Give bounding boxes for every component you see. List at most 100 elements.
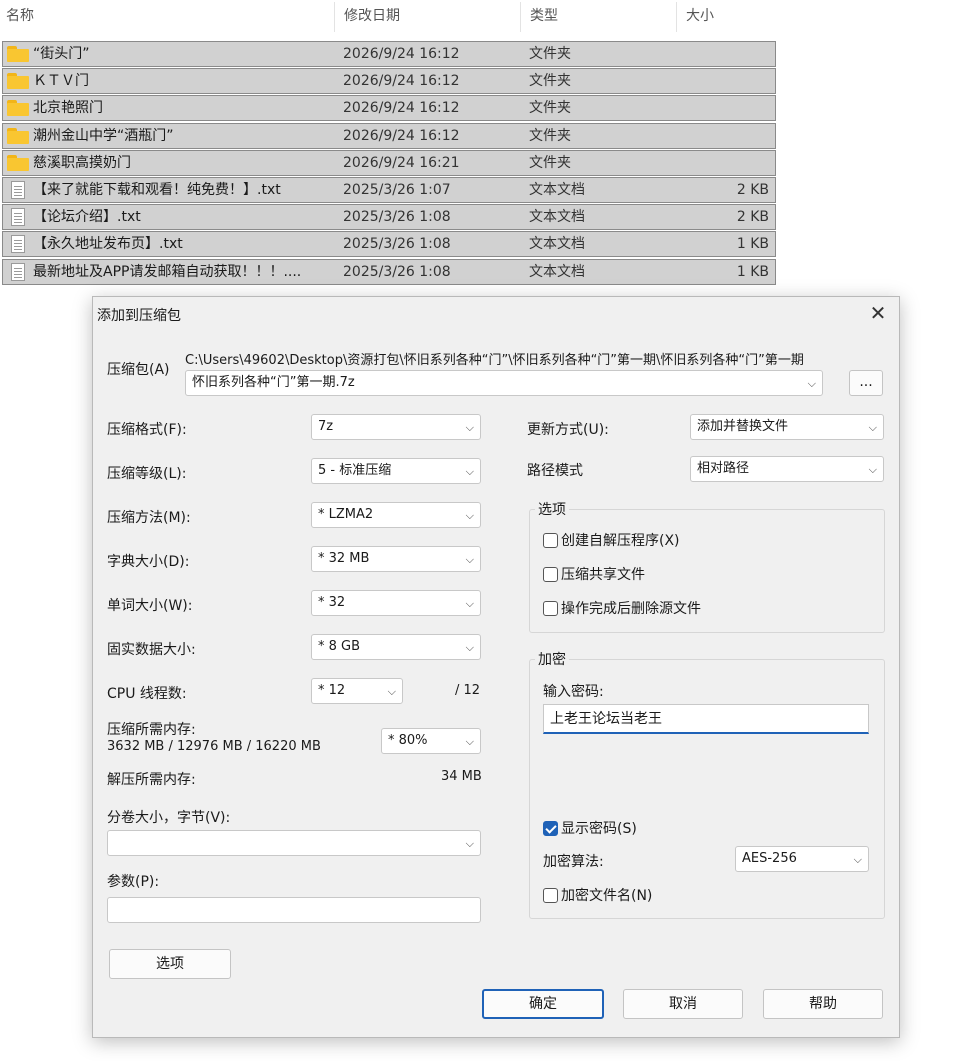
method-select[interactable]: * LZMA2 ⌵ (311, 502, 481, 528)
column-header-name[interactable]: 名称 (0, 0, 334, 34)
compress-memory-label: 压缩所需内存: (107, 722, 196, 738)
level-label: 压缩等级(L): (107, 466, 187, 482)
path-mode-select[interactable]: 相对路径 ⌵ (690, 456, 884, 482)
chevron-down-icon: ⌵ (387, 685, 396, 698)
archive-name-combobox[interactable]: 怀旧系列各种“门”第一期.7z ⌵ (185, 370, 823, 396)
file-modified-date: 2025/3/26 1:08 (343, 236, 451, 253)
file-modified-date: 2026/9/24 16:12 (343, 127, 460, 144)
file-explorer-list: 名称 修改日期 类型 大小 “街头门” 2026/9/24 16:12 文件夹 ＫＴＶ… (0, 0, 780, 290)
cpu-threads-label: CPU 线程数: (107, 686, 187, 702)
decompress-memory-value: 34 MB (441, 769, 482, 784)
encryption-method-label: 加密算法: (543, 854, 604, 870)
file-name: 慈溪职高摸奶门 (33, 154, 131, 171)
file-row[interactable]: 【论坛介绍】.txt 2025/3/26 1:08 文本文档 2 KB (2, 204, 776, 231)
split-volume-label: 分卷大小，字节(V): (107, 810, 231, 826)
update-mode-value: 添加并替换文件 (697, 419, 789, 434)
level-select[interactable]: 5 - 标准压缩 ⌵ (311, 458, 481, 484)
close-button[interactable]: ✕ (867, 303, 889, 325)
encryption-method-value: AES-256 (742, 851, 797, 866)
file-size: 2 KB (736, 182, 769, 198)
password-input[interactable]: 上老王论坛当老王 (543, 704, 869, 734)
dictionary-select[interactable]: * 32 MB ⌵ (311, 546, 481, 572)
chevron-down-icon: ⌵ (465, 465, 474, 478)
update-mode-select[interactable]: 添加并替换文件 ⌵ (690, 414, 884, 440)
dictionary-value: * 32 MB (318, 551, 370, 566)
archive-label: 压缩包(A) (107, 362, 170, 378)
file-type: 文本文档 (529, 182, 585, 198)
update-mode-label: 更新方式(U): (527, 422, 609, 438)
file-name: ＫＴＶ门 (33, 73, 89, 90)
delete-source-checkbox[interactable]: 操作完成后删除源文件 (543, 598, 701, 618)
file-row[interactable]: ＫＴＶ门 2026/9/24 16:12 文件夹 (2, 68, 776, 95)
column-header-date[interactable]: 修改日期 (338, 0, 518, 34)
column-header-type[interactable]: 类型 (524, 0, 674, 34)
memory-percent-select[interactable]: * 80% ⌵ (381, 728, 481, 754)
path-mode-value: 相对路径 (697, 461, 750, 476)
file-modified-date: 2025/3/26 1:08 (343, 263, 451, 280)
compress-shared-label: 压缩共享文件 (561, 567, 645, 583)
encryption-method-select[interactable]: AES-256 ⌵ (735, 846, 869, 872)
encrypt-filenames-checkbox[interactable]: 加密文件名(N) (543, 885, 652, 905)
decompress-memory-label: 解压所需内存: (107, 772, 196, 788)
format-label: 压缩格式(F): (107, 422, 187, 438)
checkbox-unchecked (543, 600, 558, 616)
options-group-title: 选项 (535, 499, 569, 519)
word-size-select[interactable]: * 32 ⌵ (311, 590, 481, 616)
file-name: “街头门” (33, 46, 90, 62)
solid-block-select[interactable]: * 8 GB ⌵ (311, 634, 481, 660)
column-divider[interactable] (676, 2, 677, 32)
file-row[interactable]: 北京艳照门 2026/9/24 16:12 文件夹 (2, 95, 776, 122)
file-row[interactable]: 【来了就能下载和观看！纯免费！】.txt 2025/3/26 1:07 文本文档 2 … (2, 177, 776, 203)
file-type: 文件夹 (529, 154, 571, 171)
create-sfx-checkbox[interactable]: 创建自解压程序(X) (543, 530, 680, 550)
file-modified-date: 2026/9/24 16:12 (343, 73, 460, 90)
column-header-size[interactable]: 大小 (680, 0, 776, 34)
help-button[interactable]: 帮助 (763, 989, 883, 1019)
cancel-button[interactable]: 取消 (623, 989, 743, 1019)
word-size-label: 单词大小(W): (107, 598, 193, 614)
format-select[interactable]: 7z ⌵ (311, 414, 481, 440)
file-type: 文件夹 (529, 127, 571, 144)
create-sfx-label: 创建自解压程序(X) (561, 533, 680, 549)
password-label: 输入密码: (543, 684, 604, 700)
file-type: 文件夹 (529, 73, 571, 90)
browse-button[interactable]: ... (849, 370, 883, 396)
split-volume-combobox[interactable]: ⌵ (107, 830, 481, 856)
file-row[interactable]: 潮州金山中学“酒瓶门” 2026/9/24 16:12 文件夹 (2, 122, 776, 149)
chevron-down-icon: ⌵ (807, 377, 816, 390)
method-value: * LZMA2 (318, 507, 374, 522)
parameters-input[interactable] (107, 897, 481, 923)
ok-button[interactable]: 确定 (482, 989, 604, 1019)
cpu-threads-select[interactable]: * 12 ⌵ (311, 678, 403, 704)
memory-percent-value: * 80% (388, 733, 428, 748)
column-divider[interactable] (334, 2, 335, 32)
dialog-title: 添加到压缩包 (97, 308, 181, 324)
column-divider[interactable] (520, 2, 521, 32)
archive-path-text: C:\Users\49602\Desktop\资源打包\怀旧系列各种“门”\怀旧… (185, 353, 804, 368)
file-modified-date: 2026/9/24 16:21 (343, 154, 460, 171)
solid-block-label: 固实数据大小: (107, 642, 196, 658)
file-name: 最新地址及APP请发邮箱自动获取！！！.... (33, 263, 302, 280)
file-type: 文本文档 (529, 263, 585, 280)
file-row[interactable]: 最新地址及APP请发邮箱自动获取！！！.... 2025/3/26 1:08 文本文… (2, 258, 776, 285)
file-row[interactable]: 慈溪职高摸奶门 2026/9/24 16:21 文件夹 (2, 149, 776, 176)
path-mode-label: 路径模式 (527, 463, 583, 479)
file-row[interactable]: 【永久地址发布页】.txt 2025/3/26 1:08 文本文档 1 KB (2, 231, 776, 258)
compress-shared-checkbox[interactable]: 压缩共享文件 (543, 564, 645, 584)
options-button[interactable]: 选项 (109, 949, 231, 979)
cpu-threads-value: * 12 (318, 683, 346, 698)
file-modified-date: 2026/9/24 16:12 (343, 100, 460, 117)
chevron-down-icon: ⌵ (465, 421, 474, 434)
encrypt-filenames-label: 加密文件名(N) (561, 888, 653, 904)
file-row[interactable]: “街头门” 2026/9/24 16:12 文件夹 (2, 41, 776, 67)
file-type: 文本文档 (529, 209, 585, 226)
file-name: 北京艳照门 (33, 100, 103, 117)
chevron-down-icon: ⌵ (465, 735, 474, 748)
show-password-checkbox[interactable]: 显示密码(S) (543, 818, 637, 838)
file-name: 【来了就能下载和观看！纯免费！】.txt (33, 182, 281, 198)
chevron-down-icon: ⌵ (465, 553, 474, 566)
file-type: 文本文档 (529, 236, 585, 253)
method-label: 压缩方法(M): (107, 510, 191, 526)
compress-memory-value: 3632 MB / 12976 MB / 16220 MB (107, 739, 321, 754)
dictionary-label: 字典大小(D): (107, 554, 190, 570)
